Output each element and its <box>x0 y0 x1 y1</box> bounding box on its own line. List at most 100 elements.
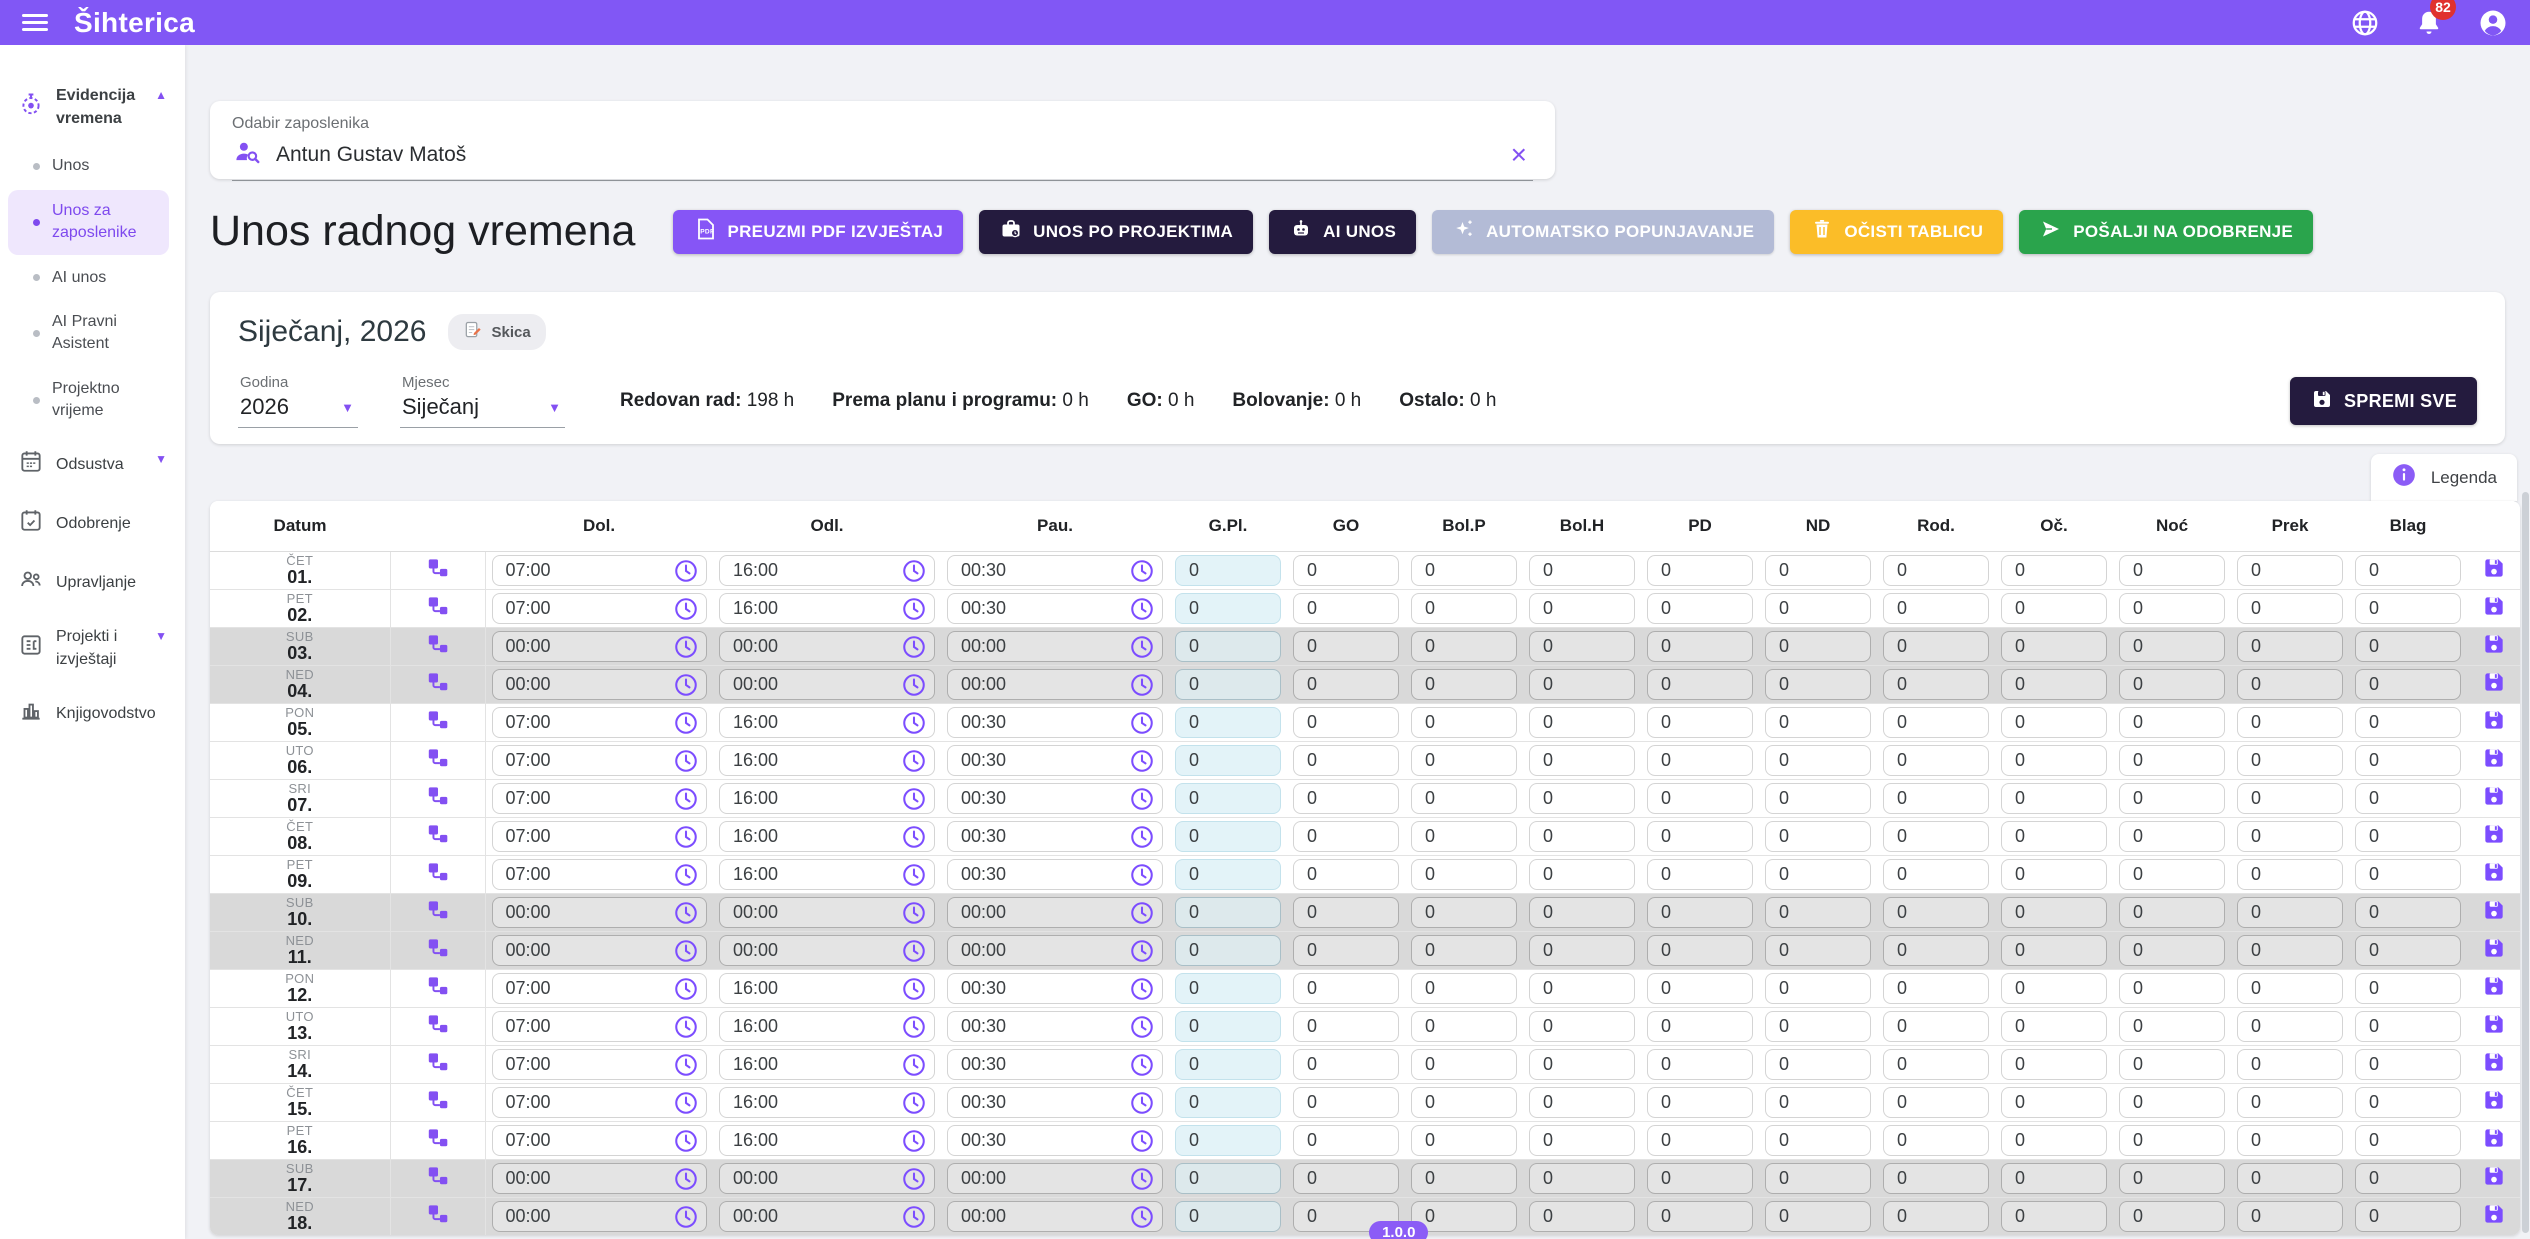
nd-input[interactable]: 0 <box>1765 745 1871 776</box>
arrival-time-input[interactable]: 07:00 <box>492 859 708 890</box>
departure-time-input[interactable]: 16:00 <box>719 1049 935 1080</box>
gpl-input[interactable]: 0 <box>1175 1011 1281 1042</box>
gpl-input[interactable]: 0 <box>1175 593 1281 624</box>
oc-input[interactable]: 0 <box>2001 1201 2107 1232</box>
pd-input[interactable]: 0 <box>1647 935 1753 966</box>
prek-input[interactable]: 0 <box>2237 707 2343 738</box>
departure-time-input[interactable]: 16:00 <box>719 859 935 890</box>
gpl-input[interactable]: 0 <box>1175 1087 1281 1118</box>
rod-input[interactable]: 0 <box>1883 1125 1989 1156</box>
blag-input[interactable]: 0 <box>2355 1125 2461 1156</box>
bolp-input[interactable]: 0 <box>1411 973 1517 1004</box>
pd-input[interactable]: 0 <box>1647 707 1753 738</box>
blag-input[interactable]: 0 <box>2355 1201 2461 1232</box>
rod-input[interactable]: 0 <box>1883 783 1989 814</box>
departure-time-input[interactable]: 16:00 <box>719 745 935 776</box>
go-input[interactable]: 0 <box>1293 745 1399 776</box>
bolp-input[interactable]: 0 <box>1411 593 1517 624</box>
rod-input[interactable]: 0 <box>1883 1011 1989 1042</box>
rod-input[interactable]: 0 <box>1883 593 1989 624</box>
oc-input[interactable]: 0 <box>2001 821 2107 852</box>
bolh-input[interactable]: 0 <box>1529 669 1635 700</box>
oc-input[interactable]: 0 <box>2001 1087 2107 1118</box>
project-assign-icon[interactable] <box>425 593 451 619</box>
blag-input[interactable]: 0 <box>2355 859 2461 890</box>
blag-input[interactable]: 0 <box>2355 1011 2461 1042</box>
pause-time-input[interactable]: 00:30 <box>947 821 1163 852</box>
prek-input[interactable]: 0 <box>2237 593 2343 624</box>
blag-input[interactable]: 0 <box>2355 1087 2461 1118</box>
oc-input[interactable]: 0 <box>2001 1163 2107 1194</box>
pause-time-input[interactable]: 00:30 <box>947 1049 1163 1080</box>
blag-input[interactable]: 0 <box>2355 631 2461 662</box>
pause-time-input[interactable]: 00:30 <box>947 1011 1163 1042</box>
gpl-input[interactable]: 0 <box>1175 555 1281 586</box>
rod-input[interactable]: 0 <box>1883 631 1989 662</box>
menu-icon[interactable] <box>22 14 48 31</box>
rod-input[interactable]: 0 <box>1883 669 1989 700</box>
row-save-icon[interactable] <box>2481 555 2507 581</box>
noc-input[interactable]: 0 <box>2119 783 2225 814</box>
project-assign-icon[interactable] <box>425 973 451 999</box>
rod-input[interactable]: 0 <box>1883 1049 1989 1080</box>
oc-input[interactable]: 0 <box>2001 1011 2107 1042</box>
gpl-input[interactable]: 0 <box>1175 973 1281 1004</box>
departure-time-input[interactable]: 16:00 <box>719 1087 935 1118</box>
gpl-input[interactable]: 0 <box>1175 631 1281 662</box>
pause-time-input[interactable]: 00:30 <box>947 973 1163 1004</box>
go-input[interactable]: 0 <box>1293 555 1399 586</box>
row-save-icon[interactable] <box>2481 593 2507 619</box>
go-input[interactable]: 0 <box>1293 1087 1399 1118</box>
row-save-icon[interactable] <box>2481 631 2507 657</box>
bolp-input[interactable]: 0 <box>1411 1049 1517 1080</box>
departure-time-input[interactable]: 16:00 <box>719 1125 935 1156</box>
pd-input[interactable]: 0 <box>1647 973 1753 1004</box>
departure-time-input[interactable]: 16:00 <box>719 707 935 738</box>
row-save-icon[interactable] <box>2481 707 2507 733</box>
go-input[interactable]: 0 <box>1293 897 1399 928</box>
pd-input[interactable]: 0 <box>1647 1125 1753 1156</box>
prek-input[interactable]: 0 <box>2237 783 2343 814</box>
employee-select-input[interactable]: Antun Gustav Matoš × <box>232 137 1533 181</box>
bolp-input[interactable]: 0 <box>1411 1125 1517 1156</box>
row-save-icon[interactable] <box>2481 1087 2507 1113</box>
departure-time-input[interactable]: 00:00 <box>719 1163 935 1194</box>
noc-input[interactable]: 0 <box>2119 1049 2225 1080</box>
project-assign-icon[interactable] <box>425 1087 451 1113</box>
nd-input[interactable]: 0 <box>1765 555 1871 586</box>
rod-input[interactable]: 0 <box>1883 935 1989 966</box>
gpl-input[interactable]: 0 <box>1175 859 1281 890</box>
arrival-time-input[interactable]: 07:00 <box>492 821 708 852</box>
nd-input[interactable]: 0 <box>1765 1163 1871 1194</box>
arrival-time-input[interactable]: 07:00 <box>492 1049 708 1080</box>
pd-input[interactable]: 0 <box>1647 783 1753 814</box>
go-input[interactable]: 0 <box>1293 935 1399 966</box>
nd-input[interactable]: 0 <box>1765 1125 1871 1156</box>
prek-input[interactable]: 0 <box>2237 669 2343 700</box>
row-save-icon[interactable] <box>2481 973 2507 999</box>
departure-time-input[interactable]: 00:00 <box>719 897 935 928</box>
noc-input[interactable]: 0 <box>2119 859 2225 890</box>
sidebar-item-unos-za-zaposlenike[interactable]: Unos za zaposlenike <box>8 190 169 255</box>
oc-input[interactable]: 0 <box>2001 745 2107 776</box>
sidebar-item-odobrenje[interactable]: Odobrenje <box>0 494 177 553</box>
arrival-time-input[interactable]: 07:00 <box>492 593 708 624</box>
pd-input[interactable]: 0 <box>1647 1201 1753 1232</box>
pd-input[interactable]: 0 <box>1647 631 1753 662</box>
pd-input[interactable]: 0 <box>1647 1087 1753 1118</box>
nd-input[interactable]: 0 <box>1765 935 1871 966</box>
oc-input[interactable]: 0 <box>2001 669 2107 700</box>
noc-input[interactable]: 0 <box>2119 821 2225 852</box>
oc-input[interactable]: 0 <box>2001 555 2107 586</box>
arrival-time-input[interactable]: 07:00 <box>492 1125 708 1156</box>
pd-input[interactable]: 0 <box>1647 859 1753 890</box>
noc-input[interactable]: 0 <box>2119 1125 2225 1156</box>
row-save-icon[interactable] <box>2481 897 2507 923</box>
clear-selection-icon[interactable]: × <box>1511 141 1533 169</box>
bolh-input[interactable]: 0 <box>1529 593 1635 624</box>
row-save-icon[interactable] <box>2481 1201 2507 1227</box>
nd-input[interactable]: 0 <box>1765 1087 1871 1118</box>
go-input[interactable]: 0 <box>1293 1011 1399 1042</box>
gpl-input[interactable]: 0 <box>1175 707 1281 738</box>
bolh-input[interactable]: 0 <box>1529 859 1635 890</box>
